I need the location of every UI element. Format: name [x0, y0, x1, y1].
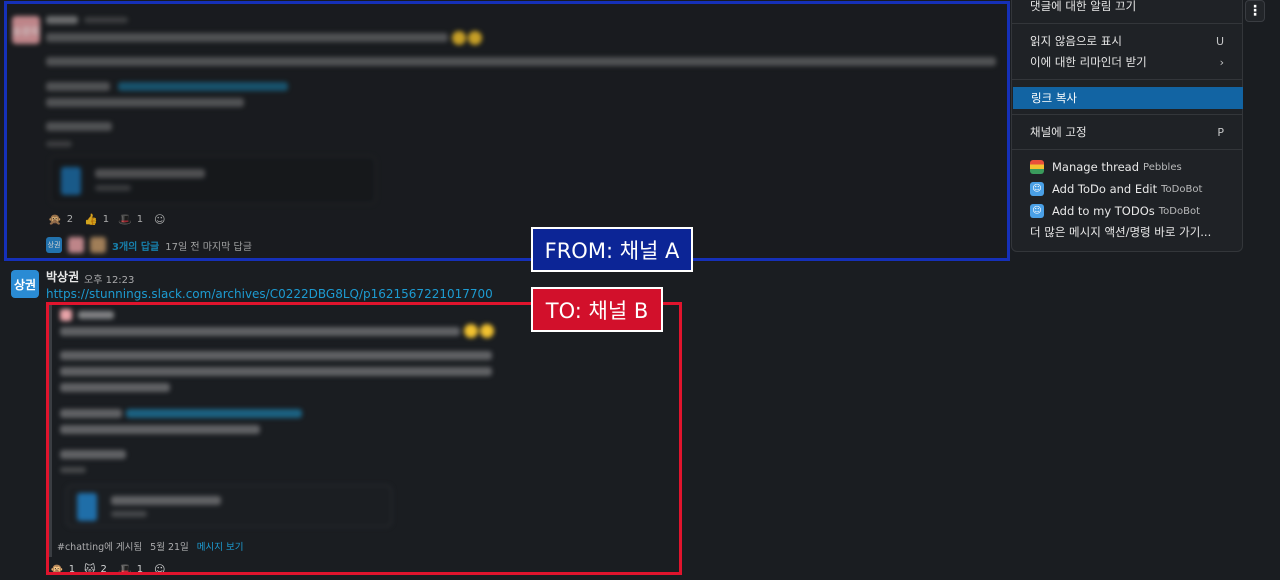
avatar — [90, 237, 106, 253]
timestamp[interactable]: 오후 12:23 — [84, 271, 134, 286]
avatar[interactable]: 송광희 — [12, 16, 40, 44]
original-message[interactable]: 송광희 🙊 2 👍 1 🎩 1 ☺ 상권 3개의 답글 17일 전 마지막 답글 — [0, 0, 1010, 262]
avatar[interactable]: 상권 — [11, 270, 39, 298]
reaction-emoji: 🎩 — [118, 212, 132, 226]
shortcut-key: U — [1215, 34, 1224, 48]
reaction[interactable]: 🎩 1 — [118, 560, 143, 578]
posted-in-info: #chatting에 게시됨 5월 21일 메시지 보기 — [57, 539, 244, 553]
thread-replies[interactable]: 상권 3개의 답글 17일 전 마지막 답글 — [46, 236, 252, 254]
pebbles-icon — [1030, 160, 1044, 174]
kebab-icon: ⋮ — [1248, 3, 1262, 19]
menu-divider — [1012, 79, 1242, 80]
add-reaction-button[interactable]: ☺ — [154, 210, 165, 228]
posted-date: 5월 21일 — [150, 542, 189, 553]
menu-divider — [1012, 149, 1242, 150]
menu-divider — [1012, 114, 1242, 115]
reaction[interactable]: 🙊 1 — [50, 560, 75, 578]
menu-item-copy-link[interactable]: 링크 복사 — [1013, 87, 1243, 109]
shortcut-key: P — [1217, 125, 1224, 139]
reaction[interactable]: 🐱 2 — [84, 560, 107, 578]
reaction[interactable]: 🎩 1 — [118, 210, 143, 228]
replies-link[interactable]: 3개의 답글 — [112, 238, 159, 253]
menu-item-add-my-todos[interactable]: ☺ Add to my TODOs ToDoBot — [1012, 200, 1242, 222]
reaction-emoji: 🐱 — [84, 562, 96, 576]
to-label: TO: 채널 B — [531, 287, 663, 332]
posted-channel[interactable]: #chatting에 게시됨 — [57, 539, 142, 553]
reaction-emoji: 🙊 — [48, 212, 62, 226]
reaction[interactable]: 👍 1 — [84, 210, 109, 228]
from-label: FROM: 채널 A — [531, 227, 693, 272]
message-unfurl — [49, 305, 509, 557]
menu-item-manage-thread[interactable]: Manage thread Pebbles — [1012, 156, 1242, 178]
reaction-emoji: 👍 — [84, 212, 98, 226]
author-name[interactable]: 박상권 — [46, 268, 79, 285]
reaction-emoji: 🙊 — [50, 562, 64, 576]
avatar: 상권 — [46, 237, 62, 253]
todobot-icon: ☺ — [1030, 204, 1044, 218]
menu-item-more-actions[interactable]: 더 많은 메시지 액션/명령 바로 가기... — [1012, 221, 1242, 243]
menu-divider — [1012, 23, 1242, 24]
message-actions-menu: 댓글에 대한 알림 끄기 읽지 않음으로 표시 U 이에 대한 리마인더 받기 … — [1011, 0, 1243, 252]
menu-item-mark-unread[interactable]: 읽지 않음으로 표시 U — [1012, 30, 1242, 52]
more-actions-button[interactable]: ⋮ — [1245, 0, 1265, 22]
menu-item-mute-replies[interactable]: 댓글에 대한 알림 끄기 — [1012, 0, 1242, 17]
menu-item-remind[interactable]: 이에 대한 리마인더 받기 › — [1012, 51, 1242, 73]
menu-item-add-todo-edit[interactable]: ☺ Add ToDo and Edit ToDoBot — [1012, 178, 1242, 200]
reaction-emoji: 🎩 — [118, 562, 132, 576]
view-message-link[interactable]: 메시지 보기 — [197, 539, 244, 553]
menu-item-pin[interactable]: 채널에 고정 P — [1012, 121, 1242, 143]
reaction[interactable]: 🙊 2 — [48, 210, 73, 228]
avatar — [68, 237, 84, 253]
add-reaction-icon: ☺ — [154, 212, 166, 226]
last-reply-text: 17일 전 마지막 답글 — [165, 241, 252, 253]
add-reaction-icon: ☺ — [154, 562, 166, 576]
chevron-right-icon: › — [1219, 55, 1224, 69]
add-reaction-button[interactable]: ☺ — [154, 560, 165, 578]
todobot-icon: ☺ — [1030, 182, 1044, 196]
message-link[interactable]: https://stunnings.slack.com/archives/C02… — [46, 287, 493, 301]
